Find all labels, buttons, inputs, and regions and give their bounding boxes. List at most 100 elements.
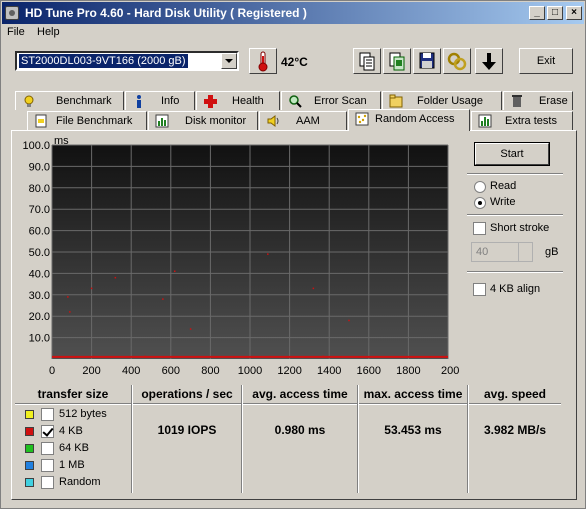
random-access-chart: 100.0 90.0 80.0 70.0 60.0 50.0 40.0 30.0 20.0 10.… bbox=[22, 135, 479, 377]
extra-tests-icon bbox=[478, 114, 492, 128]
toolbar: ST2000DL003-9VT166 (2000 gB) 42°C Exit bbox=[1, 43, 586, 83]
short-stroke-spinner[interactable]: 40 bbox=[471, 242, 533, 262]
tab-random-access[interactable]: Random Access bbox=[348, 109, 470, 131]
tab-folder-usage[interactable]: Folder Usage bbox=[382, 91, 502, 110]
magnifier-icon bbox=[289, 95, 302, 108]
drive-select[interactable]: ST2000DL003-9VT166 (2000 gB) bbox=[15, 51, 239, 71]
copy-screenshot-button[interactable] bbox=[383, 48, 411, 74]
write-label: Write bbox=[490, 196, 516, 208]
data-point bbox=[75, 356, 77, 358]
trash-icon bbox=[512, 95, 522, 107]
options-button[interactable] bbox=[443, 48, 471, 74]
y-tick-label: 50.0 bbox=[29, 247, 50, 259]
short-stroke-checkbox[interactable] bbox=[473, 222, 486, 235]
tab-benchmark-label: Benchmark bbox=[56, 95, 112, 107]
health-cross-icon bbox=[204, 95, 217, 108]
x-tick-label: 800 bbox=[201, 365, 219, 377]
copy-info-button[interactable] bbox=[353, 48, 381, 74]
y-axis-ticks: 100.0 90.0 80.0 70.0 60.0 50.0 40.0 30.0 20.0 10.… bbox=[22, 140, 50, 345]
data-point bbox=[59, 356, 61, 358]
short-stroke-label: Short stroke bbox=[490, 222, 550, 234]
tab-health[interactable]: Health bbox=[196, 91, 280, 110]
size-random-checkbox[interactable] bbox=[41, 476, 54, 489]
x-tick-label: 2000gB bbox=[441, 365, 459, 377]
app-window: HD Tune Pro 4.60 - Hard Disk Utility ( R… bbox=[0, 0, 586, 509]
separator bbox=[467, 214, 563, 216]
temperature-button[interactable] bbox=[249, 48, 277, 74]
size-64kb-checkbox[interactable] bbox=[41, 442, 54, 455]
tab-extra-tests[interactable]: Extra tests bbox=[471, 111, 573, 130]
menu-bar: File Help bbox=[2, 24, 584, 42]
x-tick-label: 1600 bbox=[357, 365, 381, 377]
window-title: HD Tune Pro 4.60 - Hard Disk Utility ( R… bbox=[25, 6, 307, 20]
data-point bbox=[233, 356, 235, 358]
color-swatch bbox=[25, 461, 34, 470]
tab-disk-monitor[interactable]: Disk monitor bbox=[148, 111, 258, 130]
folder-icon bbox=[389, 94, 403, 108]
save-button[interactable] bbox=[413, 48, 441, 74]
tab-file-benchmark-label: File Benchmark bbox=[56, 115, 133, 127]
tab-error-scan[interactable]: Error Scan bbox=[281, 91, 381, 110]
data-point bbox=[375, 355, 378, 358]
header-transfer-size: transfer size bbox=[37, 387, 109, 401]
minimize-button[interactable]: _ bbox=[529, 6, 545, 20]
data-point bbox=[445, 355, 447, 358]
tab-benchmark[interactable]: Benchmark bbox=[15, 91, 124, 110]
data-point bbox=[144, 355, 146, 358]
menu-file[interactable]: File bbox=[7, 26, 25, 38]
column-divider bbox=[467, 385, 469, 493]
y-tick-label: 90.0 bbox=[29, 161, 50, 173]
header-avg-speed: avg. speed bbox=[483, 387, 547, 401]
color-swatch bbox=[25, 410, 34, 419]
color-swatch bbox=[25, 427, 34, 436]
info-icon bbox=[137, 95, 141, 108]
x-tick-label: 600 bbox=[162, 365, 180, 377]
hdtune-app-icon bbox=[5, 6, 19, 20]
tab-file-benchmark[interactable]: File Benchmark bbox=[27, 111, 147, 130]
size-512b-label: 512 bytes bbox=[59, 408, 107, 420]
separator bbox=[467, 173, 563, 175]
close-button[interactable]: × bbox=[566, 6, 582, 20]
file-icon bbox=[35, 114, 47, 128]
download-button[interactable] bbox=[475, 48, 503, 74]
tab-erase[interactable]: Erase bbox=[503, 91, 573, 110]
menu-help[interactable]: Help bbox=[37, 26, 60, 38]
read-radio[interactable] bbox=[474, 181, 486, 193]
data-point bbox=[215, 356, 218, 358]
data-point bbox=[358, 356, 360, 358]
random-access-icon bbox=[355, 112, 369, 126]
tab-aam[interactable]: AAM bbox=[259, 111, 347, 130]
benchmark-icon bbox=[24, 95, 34, 107]
size-1mb-checkbox[interactable] bbox=[41, 459, 54, 472]
spin-up-icon[interactable] bbox=[518, 243, 532, 252]
data-point bbox=[197, 355, 200, 358]
spin-down-icon[interactable] bbox=[518, 252, 532, 261]
size-4kb-checkbox[interactable] bbox=[41, 425, 54, 438]
floppy-disk-icon bbox=[419, 52, 435, 69]
column-divider bbox=[131, 385, 133, 493]
exit-button[interactable]: Exit bbox=[519, 48, 573, 74]
start-button[interactable]: Start bbox=[474, 142, 550, 166]
chevron-down-icon[interactable] bbox=[221, 53, 237, 69]
drive-select-value: ST2000DL003-9VT166 (2000 gB) bbox=[19, 54, 188, 68]
x-tick-label: 200 bbox=[82, 365, 100, 377]
results-table: transfer size operations / sec avg. acce… bbox=[15, 385, 561, 493]
column-divider bbox=[357, 385, 359, 493]
write-radio[interactable] bbox=[474, 197, 486, 209]
data-point bbox=[269, 355, 271, 358]
column-divider bbox=[241, 385, 243, 493]
short-stroke-unit: gB bbox=[545, 246, 559, 258]
speaker-icon bbox=[267, 115, 279, 127]
tab-info[interactable]: Info bbox=[125, 91, 195, 110]
data-point bbox=[286, 356, 289, 358]
data-point bbox=[304, 356, 307, 358]
thermometer-icon bbox=[258, 51, 268, 72]
table-header-divider bbox=[15, 403, 561, 405]
tab-health-label: Health bbox=[232, 95, 264, 107]
title-bar[interactable]: HD Tune Pro 4.60 - Hard Disk Utility ( R… bbox=[2, 2, 584, 24]
align-4kb-checkbox[interactable] bbox=[473, 283, 486, 296]
size-512b-checkbox[interactable] bbox=[41, 408, 54, 421]
arrow-down-icon bbox=[482, 53, 496, 70]
color-swatch bbox=[25, 444, 34, 453]
maximize-button[interactable]: □ bbox=[547, 6, 563, 20]
